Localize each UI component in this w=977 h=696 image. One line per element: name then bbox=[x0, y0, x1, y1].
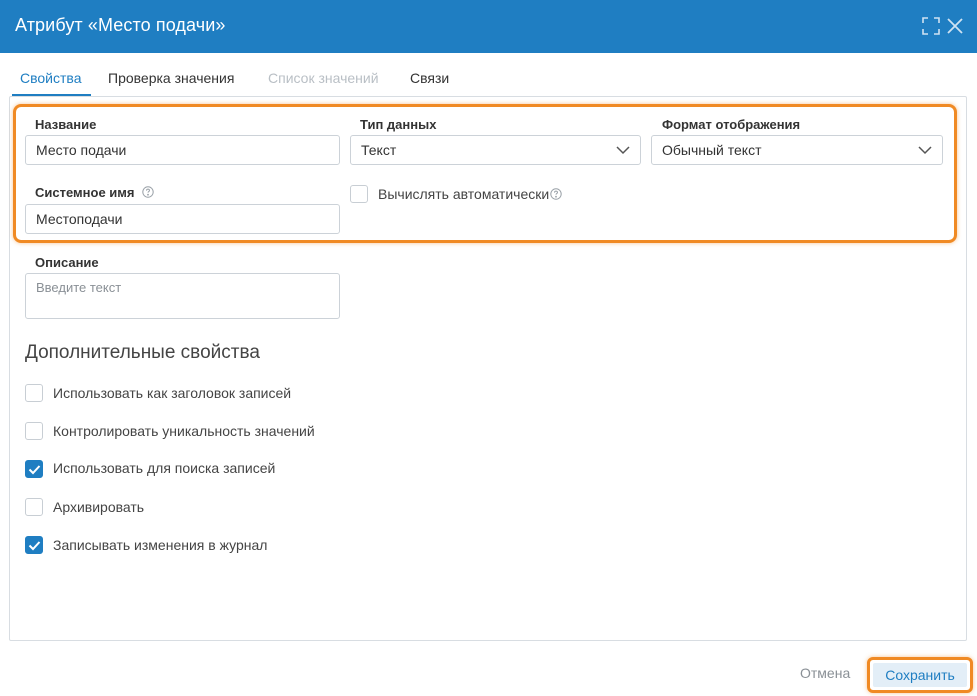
tab-properties[interactable]: Свойства bbox=[11, 66, 93, 96]
description-textarea[interactable]: Введите текст bbox=[25, 273, 340, 319]
datatype-value: Текст bbox=[361, 142, 397, 158]
auto-calc-checkbox[interactable] bbox=[350, 185, 368, 203]
format-select[interactable]: Обычный текст bbox=[651, 135, 943, 165]
name-input[interactable]: Место подачи bbox=[25, 135, 340, 165]
expand-icon[interactable] bbox=[922, 17, 940, 35]
datatype-label: Тип данных bbox=[360, 117, 437, 132]
archive-label: Архивировать bbox=[53, 499, 145, 515]
help-icon[interactable] bbox=[550, 188, 562, 200]
header-records-label: Использовать как заголовок записей bbox=[53, 385, 292, 401]
dialog-header: Атрибут «Место подачи» bbox=[0, 0, 977, 53]
properties-panel bbox=[9, 96, 967, 641]
search-records-label: Использовать для поиска записей bbox=[53, 460, 276, 476]
auto-calc-label: Вычислять автоматически bbox=[378, 186, 562, 202]
unique-values-label: Контролировать уникальность значений bbox=[53, 423, 315, 439]
format-label: Формат отображения bbox=[662, 117, 801, 132]
search-records-checkbox[interactable] bbox=[25, 460, 43, 478]
sysname-label-text: Системное имя bbox=[35, 185, 135, 200]
datatype-select[interactable]: Текст bbox=[350, 135, 641, 165]
chevron-down-icon bbox=[616, 146, 630, 155]
check-icon bbox=[28, 541, 41, 551]
close-icon[interactable] bbox=[946, 17, 964, 35]
archive-checkbox[interactable] bbox=[25, 498, 43, 516]
header-records-checkbox[interactable] bbox=[25, 384, 43, 402]
auto-calc-label-text: Вычислять автоматически bbox=[378, 186, 550, 202]
format-value: Обычный текст bbox=[662, 142, 762, 158]
description-label: Описание bbox=[35, 255, 99, 270]
unique-values-checkbox[interactable] bbox=[25, 422, 43, 440]
help-icon[interactable] bbox=[142, 186, 154, 198]
sysname-label: Системное имя bbox=[35, 185, 154, 200]
sysname-input[interactable]: Местоподачи bbox=[25, 204, 340, 234]
dialog-title: Атрибут «Место подачи» bbox=[15, 15, 226, 35]
journal-label: Записывать изменения в журнал bbox=[53, 537, 268, 553]
tab-links[interactable]: Связи bbox=[410, 66, 449, 94]
chevron-down-icon bbox=[918, 146, 932, 155]
cancel-button[interactable]: Отмена bbox=[800, 665, 850, 681]
save-button[interactable]: Сохранить bbox=[867, 657, 973, 693]
extra-properties-title: Дополнительные свойства bbox=[25, 342, 260, 363]
journal-checkbox[interactable] bbox=[25, 536, 43, 554]
attribute-dialog: Атрибут «Место подачи» Свойства Проверка… bbox=[0, 0, 977, 696]
check-icon bbox=[28, 465, 41, 475]
tab-value-check[interactable]: Проверка значения bbox=[108, 66, 234, 94]
tab-value-list: Список значений bbox=[268, 70, 379, 86]
name-label: Название bbox=[35, 117, 97, 132]
save-button-label: Сохранить bbox=[873, 663, 967, 687]
